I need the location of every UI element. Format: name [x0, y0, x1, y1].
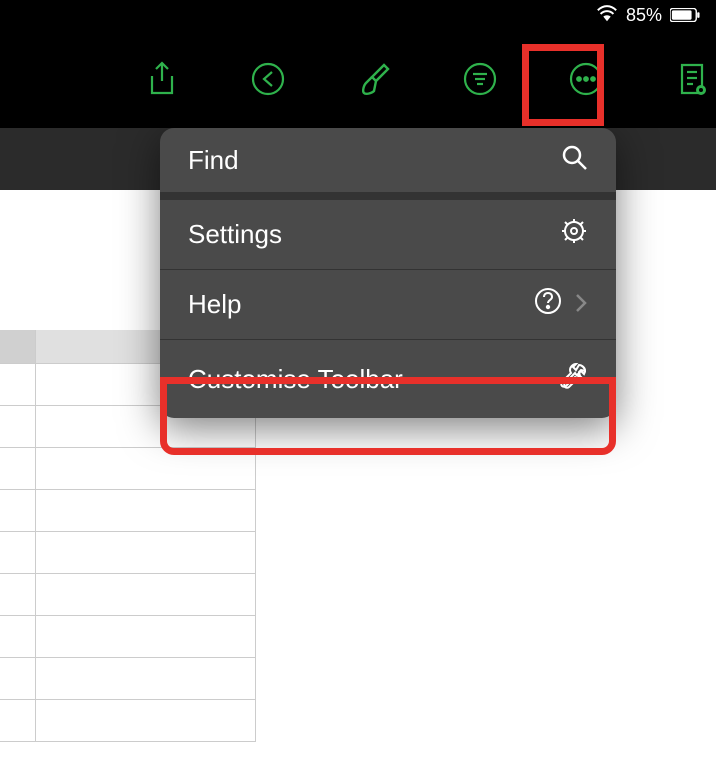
row-header[interactable] — [0, 490, 36, 531]
toolbar — [0, 30, 716, 128]
menu-label-settings: Settings — [188, 219, 282, 250]
cell[interactable] — [36, 448, 256, 489]
table-row[interactable] — [0, 490, 256, 532]
gear-icon — [560, 217, 588, 252]
more-dropdown-menu: Find Settings Help — [160, 128, 616, 418]
row-header[interactable] — [0, 406, 36, 447]
wifi-icon — [596, 4, 618, 27]
row-header[interactable] — [0, 574, 36, 615]
menu-label-find: Find — [188, 145, 239, 176]
table-row[interactable] — [0, 448, 256, 490]
row-header[interactable] — [0, 700, 36, 741]
menu-item-settings[interactable]: Settings — [160, 200, 616, 270]
menu-label-help: Help — [188, 289, 241, 320]
table-row[interactable] — [0, 532, 256, 574]
more-button[interactable] — [564, 57, 608, 101]
cell[interactable] — [36, 700, 256, 741]
cell[interactable] — [36, 658, 256, 699]
menu-item-customise-toolbar[interactable]: Customise Toolbar — [160, 340, 616, 418]
table-row[interactable] — [0, 700, 256, 742]
row-header[interactable] — [0, 448, 36, 489]
chevron-right-icon — [574, 289, 588, 320]
menu-label-customise: Customise Toolbar — [188, 364, 403, 395]
menu-item-help[interactable]: Help — [160, 270, 616, 340]
status-bar: 85% — [0, 0, 716, 30]
battery-icon — [670, 8, 700, 22]
filter-button[interactable] — [458, 57, 502, 101]
battery-percent: 85% — [626, 5, 662, 26]
paintbrush-button[interactable] — [352, 57, 396, 101]
cell[interactable] — [36, 532, 256, 573]
wrench-icon — [560, 362, 588, 397]
row-header[interactable] — [0, 532, 36, 573]
cell[interactable] — [36, 490, 256, 531]
share-button[interactable] — [140, 57, 184, 101]
cell[interactable] — [36, 574, 256, 615]
search-icon — [560, 143, 588, 178]
row-header[interactable] — [0, 658, 36, 699]
table-row[interactable] — [0, 658, 256, 700]
row-header[interactable] — [0, 364, 36, 405]
notes-button[interactable] — [670, 57, 714, 101]
question-icon — [534, 287, 562, 322]
menu-item-find[interactable]: Find — [160, 128, 616, 200]
table-row[interactable] — [0, 616, 256, 658]
row-header[interactable] — [0, 616, 36, 657]
table-row[interactable] — [0, 574, 256, 616]
corner-cell[interactable] — [0, 330, 36, 363]
undo-button[interactable] — [246, 57, 290, 101]
cell[interactable] — [36, 616, 256, 657]
